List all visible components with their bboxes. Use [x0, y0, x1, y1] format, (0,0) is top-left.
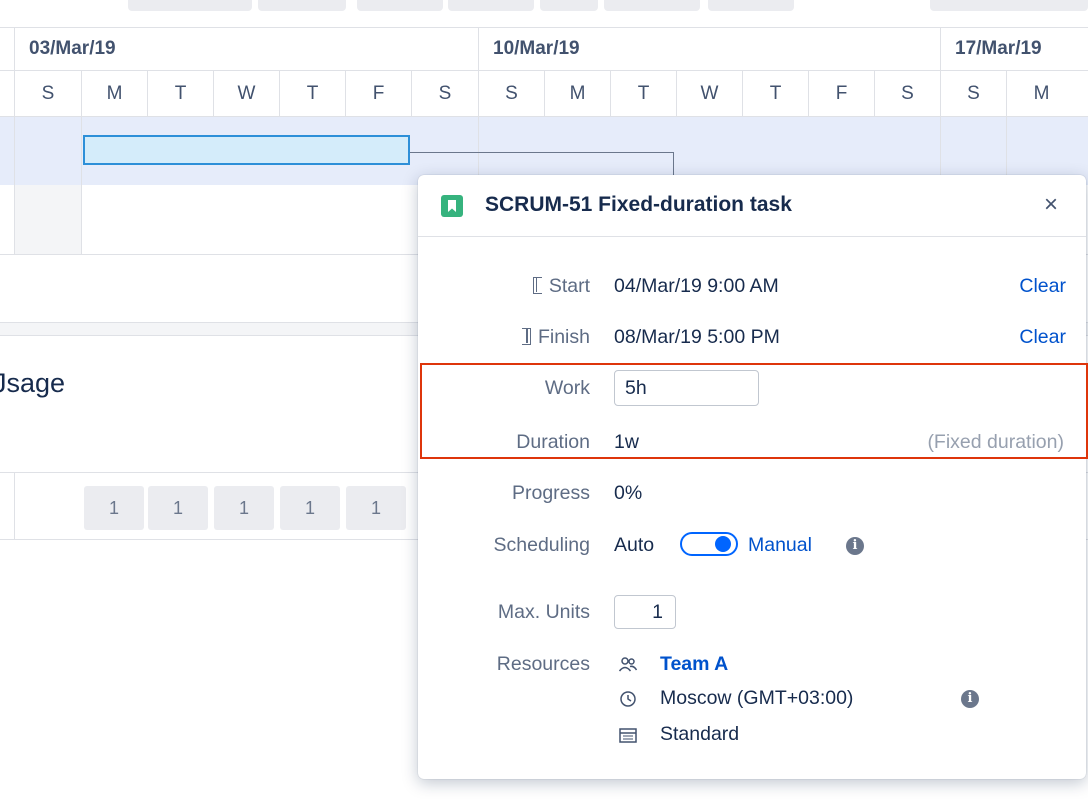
scheduling-manual[interactable]: Manual	[748, 534, 812, 557]
info-icon[interactable]: i	[846, 537, 864, 555]
finish-bracket-icon	[521, 328, 531, 345]
dependency-connector	[410, 152, 674, 153]
finish-value[interactable]: 08/Mar/19 5:00 PM	[614, 326, 780, 349]
task-title-link[interactable]: SCRUM-51 Fixed-duration task	[485, 193, 792, 217]
resource-timezone: Moscow (GMT+03:00)	[660, 687, 854, 709]
max-units-input[interactable]	[614, 595, 676, 629]
day-label: S	[940, 71, 1006, 116]
toggle-knob	[715, 536, 731, 552]
gantt-day-header: S M T W T F S S M T W T F S S M	[0, 71, 1088, 117]
toolbar-button[interactable]	[930, 0, 1088, 11]
resource-calendar: Standard	[660, 723, 740, 745]
toolbar-button[interactable]	[448, 0, 534, 11]
start-bracket-icon	[532, 277, 542, 294]
dependency-connector	[673, 152, 674, 176]
day-label: T	[279, 71, 345, 116]
clear-start-link[interactable]: Clear	[1019, 275, 1066, 298]
scheduling-label: Scheduling	[493, 534, 591, 556]
weekend-column	[14, 185, 81, 254]
day-label: T	[147, 71, 213, 116]
calendar-icon	[618, 725, 638, 745]
start-label-text: Start	[548, 275, 590, 297]
day-label: F	[808, 71, 874, 116]
popup-header: SCRUM-51 Fixed-duration task ×	[418, 175, 1086, 237]
progress-label: Progress	[511, 482, 590, 504]
resource-team-link[interactable]: Team A	[660, 653, 728, 676]
week-label: 17/Mar/19	[940, 28, 1088, 70]
max-units-label: Max. Units	[497, 601, 590, 623]
day-label: S	[411, 71, 478, 116]
info-icon[interactable]: i	[961, 690, 979, 708]
toolbar-button[interactable]	[604, 0, 700, 11]
clear-finish-link[interactable]: Clear	[1019, 326, 1066, 349]
usage-cell: 1	[280, 486, 340, 530]
usage-cell: 1	[148, 486, 208, 530]
day-label: W	[676, 71, 742, 116]
resources-label: Resources	[496, 653, 590, 675]
toolbar	[0, 0, 1088, 12]
finish-label-text: Finish	[537, 326, 590, 348]
toolbar-button[interactable]	[357, 0, 443, 11]
day-label: W	[213, 71, 279, 116]
day-label: S	[874, 71, 940, 116]
toolbar-button[interactable]	[258, 0, 346, 11]
week-label: 03/Mar/19	[14, 28, 478, 70]
gantt-week-header: 03/Mar/19 10/Mar/19 17/Mar/19	[0, 27, 1088, 71]
toolbar-button[interactable]	[128, 0, 252, 11]
grid-line	[81, 117, 82, 255]
clock-icon	[618, 689, 638, 709]
highlight-box	[420, 363, 1088, 459]
grid-line	[14, 473, 15, 539]
day-label: M	[544, 71, 610, 116]
scheduling-auto[interactable]: Auto	[614, 534, 654, 557]
day-label: F	[345, 71, 411, 116]
progress-value[interactable]: 0%	[614, 482, 642, 505]
bookmark-icon	[441, 195, 463, 217]
start-value[interactable]: 04/Mar/19 9:00 AM	[614, 275, 779, 298]
usage-title: Jsage	[0, 368, 66, 398]
task-bar[interactable]	[83, 135, 410, 165]
usage-cell: 1	[346, 486, 406, 530]
usage-cell: 1	[214, 486, 274, 530]
close-icon[interactable]: ×	[1044, 191, 1058, 219]
day-label: S	[14, 71, 81, 116]
week-label: 10/Mar/19	[478, 28, 940, 70]
day-label: M	[1006, 71, 1076, 116]
team-icon	[618, 655, 638, 675]
toolbar-button[interactable]	[540, 0, 598, 11]
toolbar-button[interactable]	[708, 0, 794, 11]
start-label: Start	[532, 275, 590, 298]
grid-line	[14, 117, 15, 255]
day-label: S	[478, 71, 544, 116]
day-label: T	[610, 71, 676, 116]
scheduling-toggle[interactable]	[680, 532, 738, 556]
usage-cell: 1	[84, 486, 144, 530]
day-label: M	[81, 71, 147, 116]
task-details-popup: SCRUM-51 Fixed-duration task × Start 04/…	[418, 175, 1088, 779]
finish-label: Finish	[521, 326, 590, 349]
day-label: T	[742, 71, 808, 116]
